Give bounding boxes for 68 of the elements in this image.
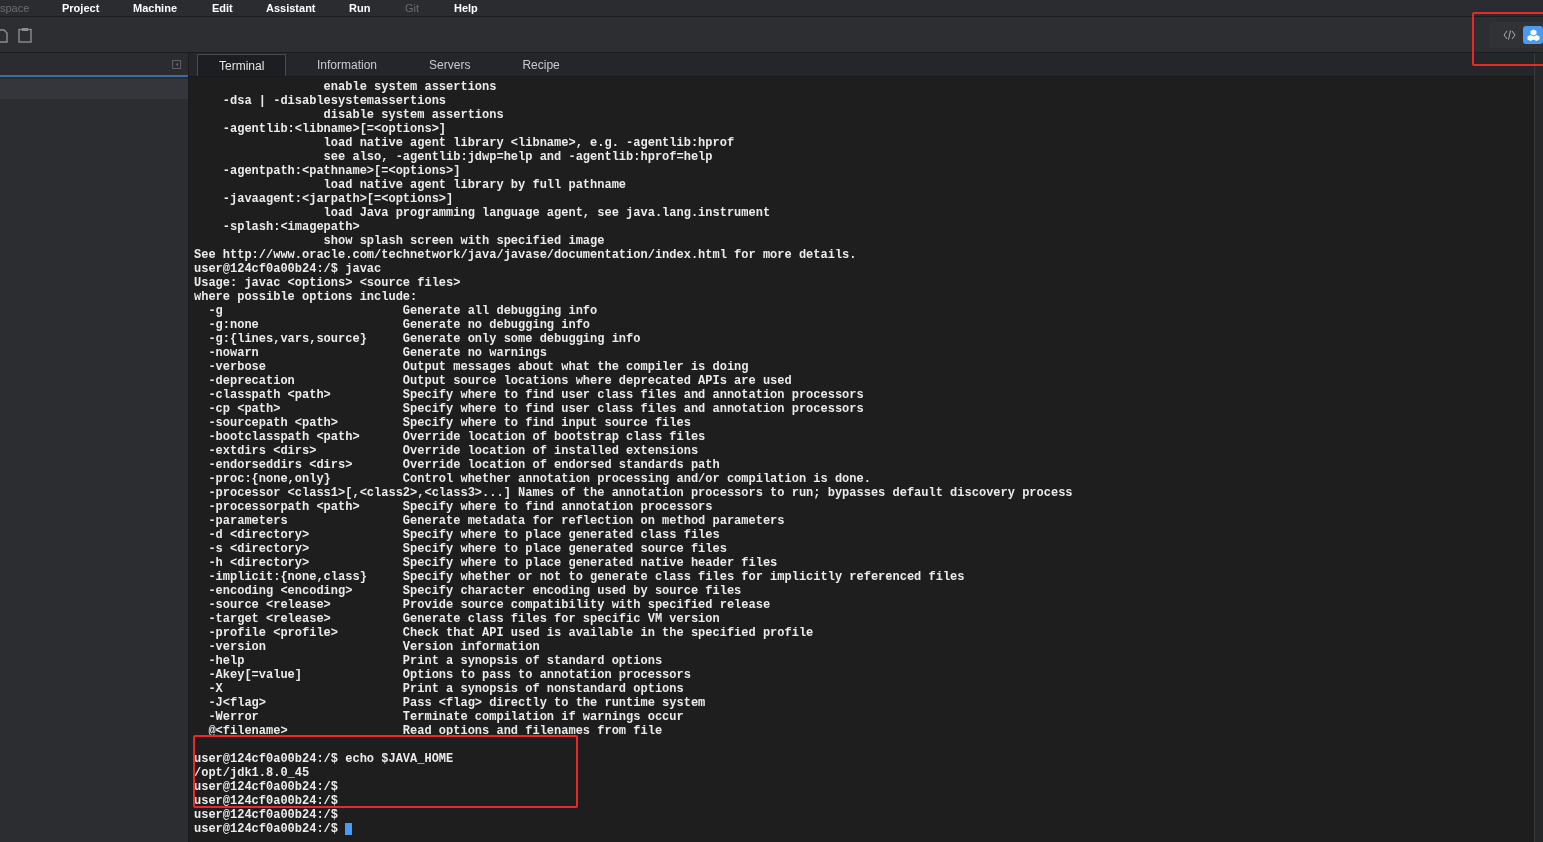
tab[interactable]: Information [296,54,399,76]
terminal-line: -s <directory> Specify where to place generated source files [207,542,727,556]
tab[interactable]: Servers [408,54,492,76]
menu-item[interactable]: Project [62,1,133,15]
terminal-line: -endorseddirs <dirs> Override location of endorsed standards path [207,458,720,472]
terminal-line: user@124cf0a00b24:/$ [194,780,339,794]
terminal-line: -J<flag> Pass <flag> directly to the runtime system [207,696,706,710]
terminal-line: -verbose Output messages about what the compiler is doing [207,360,749,374]
terminal-line: user@124cf0a00b24:/$ [194,822,340,836]
terminal-line: -g:none Generate no debugging info [207,318,591,332]
terminal-line: -processorpath <path> Specify where to find annotation processors [207,500,713,514]
terminal-line: -Werror Terminate compilation if warnings occur [207,710,684,724]
terminal-line: -proc:{none,only} Control whether annotation processing and/or compilation is done. [207,472,871,486]
terminal-line: Usage: javac <options> <source files> [194,276,461,290]
terminal-line: -classpath <path> Specify where to find user class files and annotation processors [207,388,864,402]
terminal-line: See http://www.oracle.com/technetwork/java/javase/documentation/index.html for more details. [194,248,857,262]
terminal-line: -extdirs <dirs> Override location of installed extensions [207,444,699,458]
collapse-icon[interactable] [172,59,181,69]
terminal-line: -Akey[=value] Options to pass to annotation processors [207,668,691,682]
terminal-line: user@124cf0a00b24:/$ echo $JAVA_HOME [194,752,454,766]
terminal-line: -profile <profile> Check that API used is available in the specified profile [207,626,814,640]
terminal-line: -processor <class1>[,<class2>,<class3>...] Names of the annotation processors to run; bypasses default discovery process [207,486,1073,500]
terminal-line: -X Print a synopsis of nonstandard options [207,682,684,696]
terminal-line: -g:{lines,vars,source} Generate only some debugging info [207,332,641,346]
terminal-line: -cp <path> Specify where to find user class files and annotation processors [207,402,864,416]
terminal-line: -d <directory> Specify where to place generated class files [207,528,720,542]
terminal-line: disable system assertions [322,108,504,122]
terminal-line: see also, -agentlib:jdwp=help and -agentlib:hprof=help [322,150,713,164]
menu-item[interactable]: Run [349,1,405,15]
terminal-line: -encoding <encoding> Specify character encoding used by source files [207,584,742,598]
menu-item[interactable]: Help [454,1,478,15]
terminal-line: user@124cf0a00b24:/$ [194,808,339,822]
terminal-line: -sourcepath <path> Specify where to find input source files [207,416,691,430]
terminal-line: -implicit:{none,class} Specify whether or not to generate class files for implicitly referenced files [207,570,965,584]
terminal-line: show splash screen with specified image [322,234,605,248]
highlight-frame [1472,12,1543,66]
terminal-line: -javaagent:<jarpath>[=<options>] [221,192,454,206]
tab[interactable]: Terminal [197,54,286,76]
terminal-line: load Java programming language agent, see java.lang.instrument [322,206,771,220]
terminal-line: -target <release> Generate class files for specific VM version [207,612,720,626]
terminal-line: -parameters Generate metadata for reflection on method parameters [207,514,785,528]
terminal-line: -dsa | -disablesystemassertions [221,94,447,108]
menu-item[interactable]: Assistant [266,1,349,15]
terminal-line: where possible options include: [194,290,418,304]
terminal-line: -source <release> Provide source compatibility with specified release [207,598,771,612]
terminal-line: -g Generate all debugging info [207,304,598,318]
terminal-line: user@124cf0a00b24:/$ javac [194,262,382,276]
terminal-line: -help Print a synopsis of standard options [207,654,663,668]
terminal-line: enable system assertions [322,80,497,94]
menu-item[interactable]: Machine [133,1,212,15]
terminal-line: -deprecation Output source locations where deprecated APIs are used [207,374,792,388]
clipboard-icon[interactable] [18,26,32,43]
tab[interactable]: Recipe [501,54,581,76]
document-icon[interactable] [0,26,8,43]
terminal-line: user@124cf0a00b24:/$ [194,794,339,808]
terminal-line: @<filename> Read options and filenames from file [207,724,663,738]
terminal-line: -h <directory> Specify where to place generated native header files [207,556,778,570]
terminal-line: -splash:<imagepath> [221,220,360,234]
menu-item[interactable]: Edit [212,1,266,15]
terminal-line: -nowarn Generate no warnings [207,346,547,360]
terminal-line: -agentpath:<pathname>[=<options>] [221,164,461,178]
cubes-button[interactable] [1523,25,1543,44]
terminal-line: -bootclasspath <path> Override location of bootstrap class files [207,430,706,444]
terminal-line: /opt/jdk1.8.0_45 [194,766,310,780]
terminal-line: -agentlib:<libname>[=<options>] [221,122,447,136]
terminal-line: -version Version information [207,640,540,654]
terminal-line: load native agent library by full pathname [322,178,627,192]
terminal-line: load native agent library <libname>, e.g. -agentlib:hprof [322,136,735,150]
